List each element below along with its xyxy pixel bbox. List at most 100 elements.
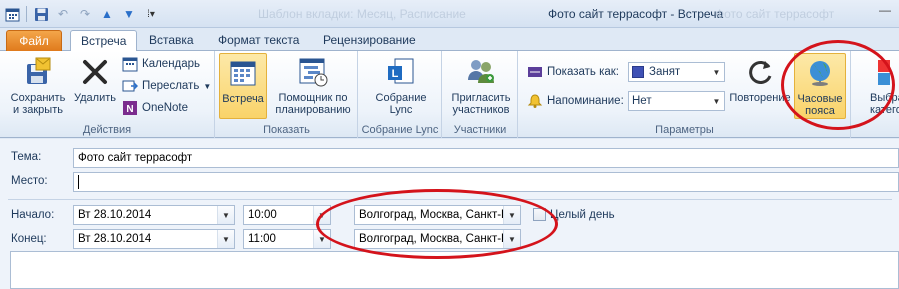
- delete-button[interactable]: Удалить: [70, 53, 120, 104]
- select-category-button[interactable]: Выбрать категорию: [858, 53, 899, 116]
- group-label-show: Показать: [263, 124, 310, 136]
- end-time-value: 11:00: [248, 233, 276, 245]
- group-tags: Выбрать категорию: [852, 51, 899, 138]
- tab-insert[interactable]: Вставка: [139, 30, 204, 51]
- end-timezone-select[interactable]: Волгоград, Москва, Санкт-П ▼: [354, 229, 521, 249]
- people-icon: [464, 55, 498, 89]
- scheduling-assistant-button[interactable]: Помощник по планированию: [270, 53, 356, 116]
- end-time-select[interactable]: 11:00 ▼: [243, 229, 331, 249]
- chevron-down-icon: ▼: [503, 206, 520, 224]
- time-zones-label: Часовые пояса: [797, 93, 843, 117]
- bell-icon: [527, 93, 543, 109]
- minimize-icon[interactable]: —: [871, 0, 899, 20]
- show-as-label-row: Показать как:: [527, 62, 619, 82]
- delete-label: Удалить: [74, 92, 116, 104]
- reminder-label: Напоминание:: [547, 95, 624, 107]
- start-timezone-select[interactable]: Волгоград, Москва, Санкт-П ▼: [354, 205, 521, 225]
- group-show: Встреча Помощник по планированию Показат…: [216, 51, 358, 138]
- start-date-value: Вт 28.10.2014: [78, 209, 152, 221]
- end-label: Конец:: [11, 233, 47, 245]
- chevron-down-icon: ▼: [712, 67, 721, 77]
- qat-separator: [26, 6, 27, 22]
- show-as-icon: [527, 64, 543, 80]
- invite-attendees-button[interactable]: Пригласить участников: [446, 53, 516, 116]
- end-timezone-value: Волгоград, Москва, Санкт-П: [359, 233, 505, 245]
- undo-icon[interactable]: ↶: [55, 6, 71, 22]
- text-caret: [78, 175, 79, 189]
- lync-meeting-button[interactable]: L Собрание Lync: [367, 53, 435, 116]
- svg-text:N: N: [126, 104, 133, 115]
- end-date-picker[interactable]: Вт 28.10.2014 ▼: [73, 229, 235, 249]
- save-close-button[interactable]: Сохранить и закрыть: [6, 53, 70, 116]
- reminder-label-row: Напоминание:: [527, 91, 624, 111]
- all-day-checkbox[interactable]: [533, 208, 546, 221]
- ghost-title-left: Шаблон вкладки: Месяц, Расписание: [258, 7, 466, 21]
- tab-review[interactable]: Рецензирование: [313, 30, 426, 51]
- save-close-label: Сохранить и закрыть: [10, 92, 66, 116]
- window-controls: —: [871, 0, 899, 20]
- tab-meeting[interactable]: Встреча: [70, 30, 138, 52]
- meeting-view-button[interactable]: Встреча: [219, 53, 267, 119]
- up-arrow-icon[interactable]: ▲: [99, 6, 115, 22]
- subject-value: Фото сайт террасофт: [78, 152, 193, 164]
- ghost-title-right: Фото сайт террасофт: [715, 7, 835, 21]
- tab-format-text[interactable]: Формат текста: [208, 30, 309, 51]
- ribbon: Сохранить и закрыть Удалить Календарь Пе…: [0, 51, 899, 138]
- recurrence-icon: [743, 55, 777, 89]
- category-icon: [858, 55, 892, 89]
- group-label-attendees: Участники: [453, 124, 507, 136]
- location-input[interactable]: [73, 172, 899, 192]
- busy-swatch: [632, 66, 644, 78]
- ribbon-tabs: Файл Встреча Вставка Формат текста Рецен…: [0, 28, 899, 52]
- chevron-down-icon: ▼: [313, 206, 330, 224]
- group-options: Показать как: Занят ▼ Напоминание: Нет ▼…: [519, 51, 851, 138]
- delete-icon: [78, 55, 112, 89]
- group-attendees: Пригласить участников Участники: [443, 51, 518, 138]
- subject-input[interactable]: Фото сайт террасофт: [73, 148, 899, 168]
- down-arrow-icon[interactable]: ▼: [121, 6, 137, 22]
- message-body-editor[interactable]: [10, 251, 899, 289]
- show-as-select[interactable]: Занят ▼: [628, 62, 725, 82]
- chevron-down-icon: ▼: [313, 230, 330, 248]
- reminder-select[interactable]: Нет ▼: [628, 91, 725, 111]
- form-divider: [8, 199, 892, 200]
- tab-file[interactable]: Файл: [6, 30, 62, 51]
- onenote-label: OneNote: [142, 102, 189, 114]
- onenote-button[interactable]: N OneNote: [122, 98, 188, 118]
- chevron-down-icon: ▼: [712, 96, 721, 106]
- time-zones-button[interactable]: Часовые пояса: [794, 53, 846, 119]
- meeting-view-label: Встреча: [222, 93, 264, 105]
- globe-icon: [803, 56, 837, 90]
- scheduling-assistant-icon: [296, 55, 330, 89]
- invite-attendees-label: Пригласить участников: [451, 92, 511, 116]
- save-icon[interactable]: [33, 6, 49, 22]
- all-day-label: Целый день: [550, 209, 615, 221]
- location-label: Место:: [11, 175, 48, 187]
- show-as-label: Показать как:: [547, 66, 619, 78]
- forward-button[interactable]: Переслать ▼: [122, 76, 211, 96]
- calendar-icon[interactable]: [4, 6, 20, 22]
- lync-icon: L: [384, 55, 418, 89]
- recurrence-label: Повторение: [729, 92, 791, 104]
- appointment-form: Тема: Фото сайт террасофт Место: Начало:…: [0, 139, 899, 289]
- start-date-picker[interactable]: Вт 28.10.2014 ▼: [73, 205, 235, 225]
- calendar-button[interactable]: Календарь: [122, 54, 200, 74]
- show-as-value: Занят: [649, 66, 681, 78]
- start-timezone-value: Волгоград, Москва, Санкт-П: [359, 209, 505, 221]
- forward-icon: [122, 78, 138, 94]
- chevron-down-icon: ▼: [203, 81, 212, 91]
- meeting-view-icon: [226, 56, 260, 90]
- subject-label: Тема:: [11, 151, 42, 163]
- group-label-options: Параметры: [655, 124, 714, 136]
- redo-icon[interactable]: ↷: [77, 6, 93, 22]
- customize-icon[interactable]: ⁞▾: [143, 6, 159, 22]
- scheduling-assistant-label: Помощник по планированию: [275, 92, 351, 116]
- start-time-value: 10:00: [248, 209, 277, 221]
- start-label: Начало:: [11, 209, 55, 221]
- recurrence-button[interactable]: Повторение: [727, 53, 793, 104]
- start-time-select[interactable]: 10:00 ▼: [243, 205, 331, 225]
- window-title: Фото сайт террасофт - Встреча: [548, 7, 724, 21]
- calendar-small-icon: [122, 56, 138, 72]
- reminder-value: Нет: [632, 95, 652, 107]
- group-lync: L Собрание Lync Собрание Lync: [359, 51, 442, 138]
